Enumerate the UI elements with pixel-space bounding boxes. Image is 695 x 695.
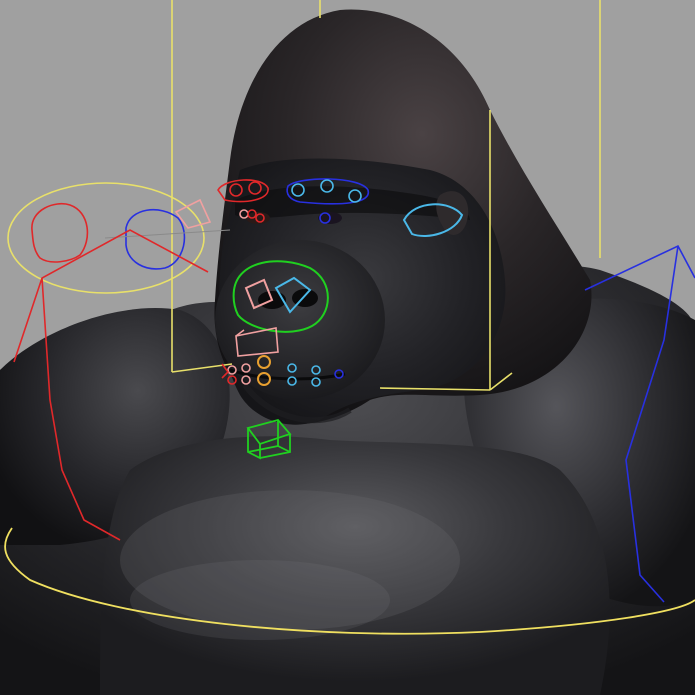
left-eye-look-control[interactable]	[7, 182, 231, 294]
scene-canvas[interactable]	[0, 0, 695, 695]
3d-viewport[interactable]	[0, 0, 695, 695]
gorilla-model[interactable]	[0, 9, 695, 695]
